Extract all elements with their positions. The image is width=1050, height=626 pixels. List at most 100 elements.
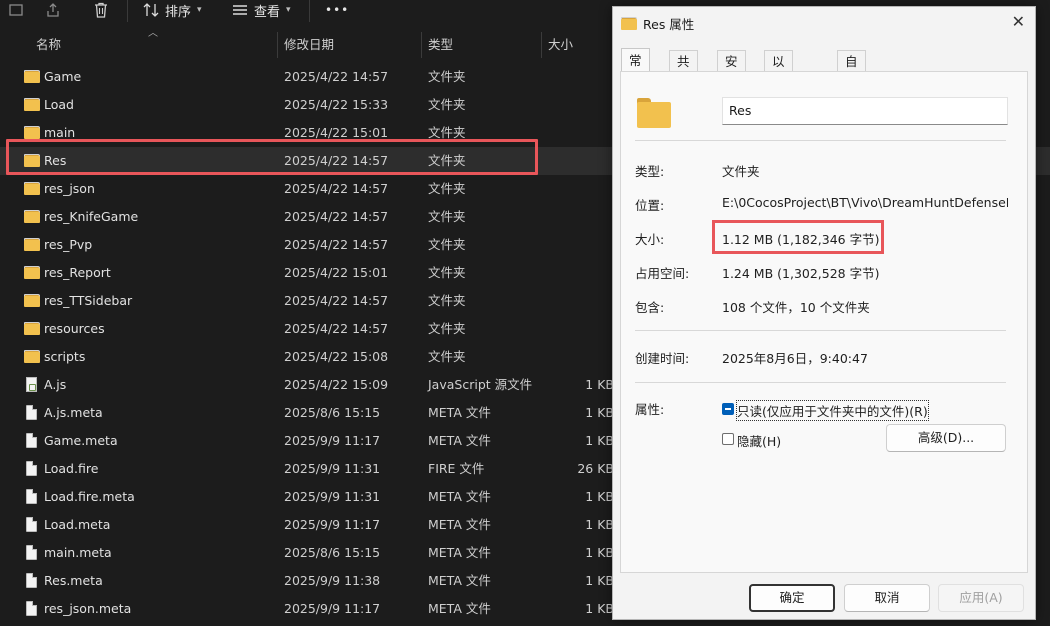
file-size: 1 KB (585, 377, 614, 392)
file-size: 1 KB (585, 433, 614, 448)
view-icon (233, 5, 247, 15)
cancel-button[interactable]: 取消 (844, 584, 930, 612)
file-name: Game.meta (44, 433, 118, 448)
column-name[interactable]: 名称 (36, 30, 61, 60)
highlight-box-res-row (6, 139, 538, 175)
chevron-down-icon: ▾ (286, 5, 291, 15)
file-type: META 文件 (428, 601, 491, 616)
modified-date: 2025/4/22 14:57 (284, 209, 389, 224)
folder-icon (24, 181, 40, 197)
created-label: 创建时间: (635, 351, 690, 366)
file-type: 文件夹 (428, 349, 466, 364)
column-size[interactable]: 大小 (548, 30, 573, 60)
folder-icon (24, 265, 40, 281)
location-label: 位置: (635, 198, 665, 213)
file-type: FIRE 文件 (428, 461, 485, 476)
file-size: 26 KB (577, 461, 614, 476)
file-type: 文件夹 (428, 181, 466, 196)
folder-icon (637, 98, 671, 130)
ok-button[interactable]: 确定 (749, 584, 835, 612)
file-type: 文件夹 (428, 321, 466, 336)
file-name: main.meta (44, 545, 112, 560)
file-name: res_KnifeGame (44, 209, 139, 224)
readonly-label[interactable]: 只读(仅应用于文件夹中的文件)(R) (736, 400, 929, 421)
sort-button[interactable]: 排序 ▾ (143, 0, 202, 20)
file-size (548, 63, 614, 91)
file-name: A.js (44, 377, 67, 392)
file-icon (24, 461, 40, 477)
general-panel: Res 类型: 文件夹 位置: E:\0CocosProject\BT\Vivo… (620, 71, 1028, 573)
close-icon[interactable]: ✕ (1012, 14, 1025, 30)
modified-date: 2025/4/22 15:33 (284, 97, 389, 112)
column-type[interactable]: 类型 (428, 30, 453, 60)
file-name: scripts (44, 349, 86, 364)
file-size (548, 91, 614, 119)
properties-dialog: Res 属性 ✕ 常规 共享 安全 以前的版本 自定义 Res 类型: 文件夹 … (612, 6, 1036, 620)
folder-name-input[interactable]: Res (722, 97, 1008, 125)
tab-sharing[interactable]: 共享 (669, 50, 698, 91)
column-divider[interactable] (541, 32, 542, 58)
tab-security[interactable]: 安全 (717, 50, 746, 91)
column-divider[interactable] (421, 32, 422, 58)
modified-date: 2025/8/6 15:15 (284, 545, 381, 560)
tab-previous-versions[interactable]: 以前的版本 (764, 50, 793, 157)
file-icon (24, 489, 40, 505)
file-size: 1 KB (585, 489, 614, 504)
modified-date: 2025/9/9 11:17 (284, 433, 381, 448)
column-date[interactable]: 修改日期 (284, 30, 334, 60)
apply-button[interactable]: 应用(A) (938, 584, 1024, 612)
file-size (548, 147, 614, 175)
file-name: Game (44, 69, 82, 84)
file-type: META 文件 (428, 489, 491, 504)
file-type: 文件夹 (428, 209, 466, 224)
file-icon (24, 573, 40, 589)
more-options-button[interactable]: ••• (325, 0, 349, 20)
readonly-checkbox[interactable] (722, 403, 734, 415)
modified-date: 2025/9/9 11:31 (284, 489, 381, 504)
contains-value: 108 个文件，10 个文件夹 (722, 300, 870, 315)
tab-customize[interactable]: 自定义 (837, 50, 866, 113)
type-value: 文件夹 (722, 164, 760, 179)
hidden-label[interactable]: 隐藏(H) (737, 431, 781, 450)
divider (635, 382, 1006, 383)
modified-date: 2025/9/9 11:31 (284, 461, 381, 476)
file-type: META 文件 (428, 517, 491, 532)
contains-label: 包含: (635, 300, 665, 315)
sort-label: 排序 (165, 4, 192, 20)
folder-icon (24, 349, 40, 365)
cut-icon[interactable] (6, 0, 26, 20)
column-divider[interactable] (277, 32, 278, 58)
file-icon (24, 405, 40, 421)
file-icon (24, 517, 40, 533)
file-size (548, 175, 614, 203)
file-name: res_json (44, 181, 95, 196)
file-type: 文件夹 (428, 237, 466, 252)
advanced-button[interactable]: 高级(D)... (886, 424, 1006, 452)
modified-date: 2025/8/6 15:15 (284, 405, 381, 420)
file-name: Load.fire.meta (44, 489, 135, 504)
file-type: 文件夹 (428, 69, 466, 84)
file-type: META 文件 (428, 433, 491, 448)
file-size (548, 259, 614, 287)
divider (635, 140, 1006, 141)
tab-general[interactable]: 常规 (621, 48, 650, 92)
delete-icon[interactable] (91, 0, 111, 20)
file-size: 1 KB (585, 545, 614, 560)
file-name: Res.meta (44, 573, 103, 588)
file-name: Load.meta (44, 517, 111, 532)
file-name: Load (44, 97, 74, 112)
share-icon[interactable] (43, 0, 63, 20)
file-type: 文件夹 (428, 293, 466, 308)
sort-icon (143, 3, 159, 17)
modified-date: 2025/4/22 15:08 (284, 349, 389, 364)
javascript-file-icon (24, 377, 40, 393)
modified-date: 2025/4/22 15:09 (284, 377, 389, 392)
file-size (548, 343, 614, 371)
highlight-box-size (712, 220, 884, 254)
file-icon (24, 433, 40, 449)
hidden-checkbox[interactable] (722, 433, 734, 445)
modified-date: 2025/9/9 11:17 (284, 517, 381, 532)
disk-size-value: 1.24 MB (1,302,528 字节) (722, 266, 880, 281)
file-size: 1 KB (585, 405, 614, 420)
view-button[interactable]: 查看 ▾ (232, 0, 291, 20)
